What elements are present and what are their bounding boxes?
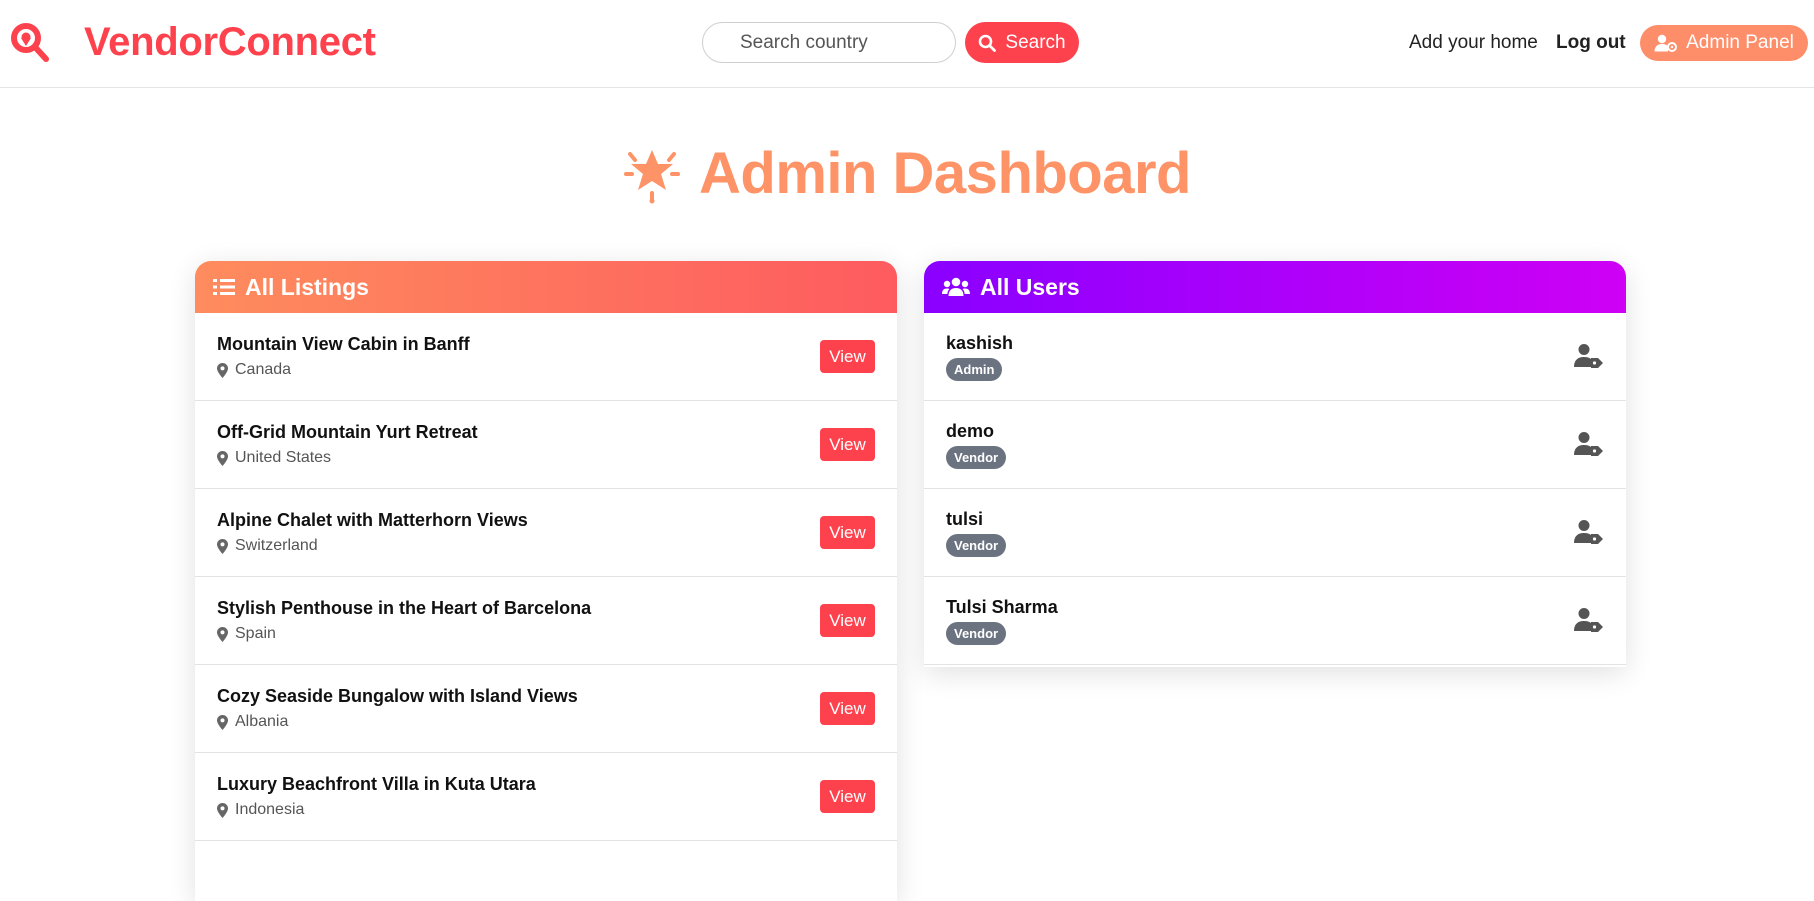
admin-panel-button[interactable]: Admin Panel — [1640, 25, 1808, 61]
search-button[interactable]: Search — [965, 22, 1079, 63]
search-button-label: Search — [1005, 31, 1066, 53]
listing-location: Indonesia — [217, 801, 304, 819]
magnifier-icon — [979, 34, 997, 52]
users-group-icon — [942, 277, 970, 296]
users-header-label: All Users — [980, 273, 1080, 300]
brand[interactable]: VendorConnect — [10, 20, 376, 65]
listing-location: Switzerland — [217, 537, 318, 555]
listing-row: Cozy Seaside Bungalow with Island Views … — [195, 665, 897, 753]
listing-row: Off-Grid Mountain Yurt Retreat United St… — [195, 401, 897, 489]
admin-panel-label: Admin Panel — [1686, 32, 1794, 53]
starburst-icon — [624, 149, 680, 203]
view-button[interactable]: View — [820, 604, 875, 637]
user-tag-icon[interactable] — [1574, 431, 1604, 457]
listings-header-label: All Listings — [245, 273, 369, 300]
map-pin-icon — [217, 362, 228, 378]
user-name: demo — [946, 421, 995, 441]
logout-link[interactable]: Log out — [1556, 32, 1626, 54]
listing-country: Albania — [235, 713, 289, 730]
listing-title: Mountain View Cabin in Banff — [217, 334, 470, 354]
listing-title: Off-Grid Mountain Yurt Retreat — [217, 422, 478, 442]
user-row: kashish Admin — [924, 313, 1626, 401]
listing-title: Stylish Penthouse in the Heart of Barcel… — [217, 598, 592, 618]
user-tag-icon[interactable] — [1574, 343, 1604, 369]
listing-row: Alpine Chalet with Matterhorn Views Swit… — [195, 489, 897, 577]
listing-row: Mountain View Cabin in Banff Canada View — [195, 313, 897, 401]
user-gear-icon — [1654, 34, 1678, 52]
view-button[interactable]: View — [820, 428, 875, 461]
listing-title: Alpine Chalet with Matterhorn Views — [217, 510, 528, 530]
listing-location: United States — [217, 449, 331, 467]
listing-row: Stylish Penthouse in the Heart of Barcel… — [195, 577, 897, 665]
role-badge: Vendor — [946, 622, 1007, 645]
search-input[interactable] — [702, 22, 956, 63]
listing-country: Spain — [235, 625, 276, 642]
users-header: All Users — [924, 261, 1626, 313]
listing-row: Luxury Beachfront Villa in Kuta Utara In… — [195, 753, 897, 841]
user-tag-icon[interactable] — [1574, 607, 1604, 633]
map-pin-icon — [217, 538, 228, 554]
user-name: kashish — [946, 333, 1014, 353]
user-tag-icon[interactable] — [1574, 519, 1604, 545]
listing-country: Indonesia — [235, 801, 305, 818]
listings-header: All Listings — [195, 261, 897, 313]
listing-country: Canada — [235, 361, 292, 378]
search-location-icon — [11, 22, 49, 62]
listing-location: Albania — [217, 713, 288, 731]
page-title-wrap: Admin Dashboard — [0, 140, 1814, 207]
map-pin-icon — [217, 626, 228, 642]
view-button[interactable]: View — [820, 516, 875, 549]
view-button[interactable]: View — [820, 340, 875, 373]
add-home-link[interactable]: Add your home — [1409, 32, 1538, 54]
brand-name[interactable]: VendorConnect — [84, 20, 376, 65]
listing-country: Switzerland — [235, 537, 318, 554]
list-icon — [213, 279, 235, 295]
view-button[interactable]: View — [820, 692, 875, 725]
map-pin-icon — [217, 802, 228, 818]
listing-country: United States — [235, 449, 332, 466]
map-pin-icon — [217, 450, 228, 466]
user-name: Tulsi Sharma — [946, 597, 1058, 617]
view-button[interactable]: View — [820, 780, 875, 813]
users-card: All Users kashish Admin demo Vendor tuls… — [924, 261, 1626, 667]
user-row: demo Vendor — [924, 401, 1626, 489]
user-row: tulsi Vendor — [924, 489, 1626, 577]
listing-location: Spain — [217, 625, 276, 643]
listing-title: Cozy Seaside Bungalow with Island Views — [217, 686, 578, 706]
user-row: Tulsi Sharma Vendor — [924, 577, 1626, 665]
page-title: Admin Dashboard — [699, 141, 1192, 206]
navbar: VendorConnect Search Add your home Log o… — [0, 0, 1814, 88]
role-badge: Admin — [946, 358, 1003, 381]
listing-title: Luxury Beachfront Villa in Kuta Utara — [217, 774, 536, 794]
role-badge: Vendor — [946, 534, 1007, 557]
user-name: tulsi — [946, 509, 984, 529]
map-pin-icon — [217, 714, 228, 730]
listings-card: All Listings Mountain View Cabin in Banf… — [195, 261, 897, 901]
role-badge: Vendor — [946, 446, 1007, 469]
listing-location: Canada — [217, 361, 291, 379]
